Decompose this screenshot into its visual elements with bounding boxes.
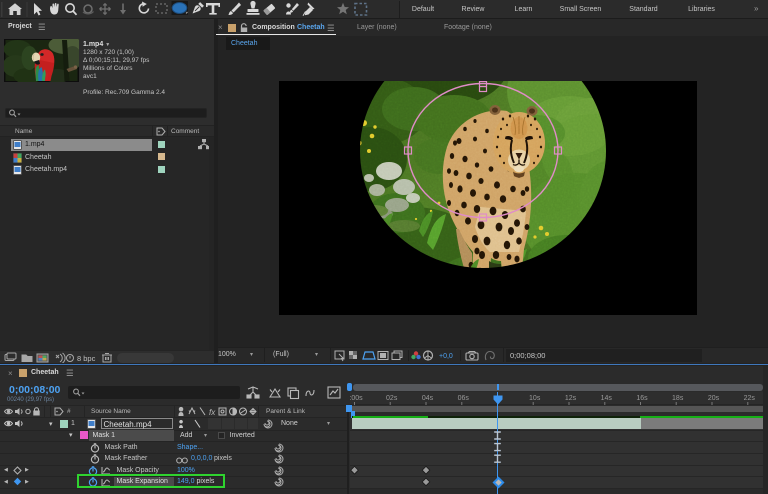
svg-text:+0,0: +0,0 <box>439 353 453 360</box>
svg-text:8 bpc: 8 bpc <box>77 354 96 363</box>
svg-text:fx: fx <box>209 408 216 417</box>
